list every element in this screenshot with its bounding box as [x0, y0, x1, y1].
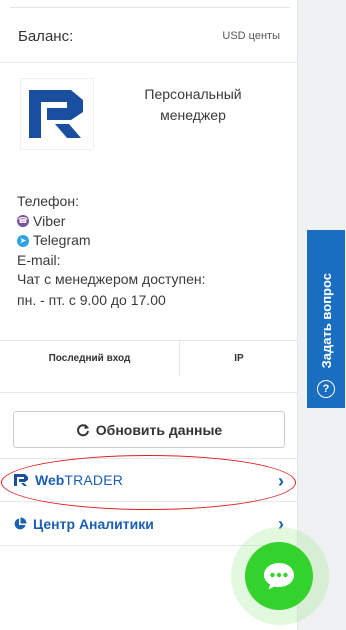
analytics-center-label: Центр Аналитики — [33, 515, 154, 532]
chat-bubble-icon — [264, 563, 294, 590]
refresh-icon — [76, 423, 89, 436]
chevron-right-icon: › — [278, 471, 284, 491]
divider — [0, 392, 298, 393]
viber-label: Viber — [33, 212, 66, 229]
top-divider — [10, 0, 290, 8]
login-info-table: Последний вход IP — [0, 340, 298, 376]
broker-logo-icon — [29, 90, 83, 138]
pie-chart-icon — [14, 517, 27, 529]
ask-question-label: Задать вопрос — [318, 272, 334, 368]
manager-contacts: Телефон: ☎ Viber ➤ Telegram E-mail: Чат … — [17, 192, 287, 310]
webtrader-link[interactable]: WebTRADER › — [0, 458, 298, 502]
balance-label: Баланс: — [18, 27, 74, 45]
telegram-icon: ➤ — [17, 234, 29, 247]
broker-logo — [20, 78, 94, 150]
viber-icon: ☎ — [17, 215, 29, 228]
telegram-contact[interactable]: ➤ Telegram — [17, 231, 287, 251]
manager-title-line1: Персональный — [144, 86, 242, 102]
webtrader-trader-text: TRADER — [64, 472, 124, 488]
manager-title: Персональный менеджер — [118, 84, 268, 126]
chat-schedule: пн. - пт. с 9.00 до 17.00 — [17, 291, 166, 308]
ask-question-tab[interactable]: Задать вопрос ? — [307, 230, 345, 408]
refresh-data-button[interactable]: Обновить данные — [13, 411, 285, 448]
webtrader-logo-icon — [14, 474, 28, 486]
webtrader-web-text: Web — [35, 472, 65, 488]
email-label: E-mail: — [17, 251, 61, 268]
question-mark-icon: ? — [317, 380, 335, 398]
chat-button[interactable] — [245, 542, 313, 610]
balance-row: Баланс: USD центы — [18, 24, 280, 48]
telegram-label: Telegram — [33, 232, 91, 248]
chat-availability: Чат с менеджером доступен: — [17, 271, 206, 287]
refresh-data-label: Обновить данные — [95, 421, 223, 438]
balance-currency: USD центы — [222, 30, 280, 42]
viber-contact[interactable]: ☎ Viber — [17, 212, 287, 232]
manager-title-line2: менеджер — [160, 107, 226, 123]
ip-header: IP — [234, 353, 244, 364]
webtrader-brand: WebTRADER — [13, 472, 123, 488]
last-login-header: Последний вход — [0, 341, 180, 376]
phone-label: Телефон: — [17, 193, 79, 209]
divider — [0, 62, 298, 63]
